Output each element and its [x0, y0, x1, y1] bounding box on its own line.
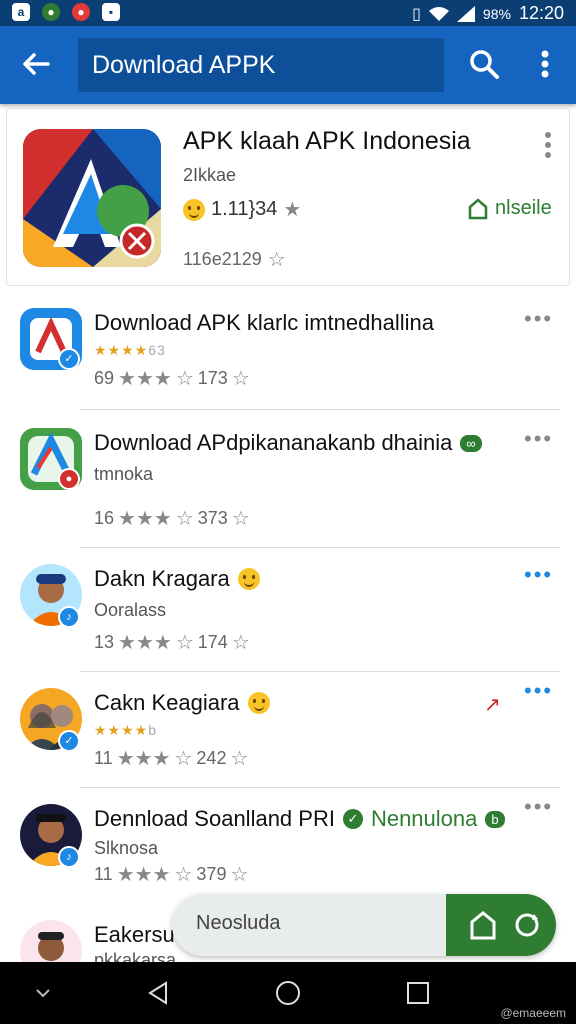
app-subtitle: Ooralass — [94, 600, 167, 620]
app-bar: Download APPK — [0, 26, 576, 104]
search-icon[interactable] — [466, 46, 502, 82]
app-title: Download APK klarlc imtnedhallina — [94, 310, 434, 335]
install-button[interactable]: nlseile — [467, 197, 552, 220]
signal-icon — [456, 5, 475, 22]
status-badge-icon: ● — [58, 468, 80, 490]
app-title: Cakn Keagiara — [94, 690, 270, 716]
featured-app-subtitle: 2Ikkae — [183, 165, 237, 185]
vibrate-icon: ▯ — [412, 5, 421, 23]
featured-app-title: APK klaah APK Indonesia — [183, 127, 471, 155]
app-subtitle: Slknosa — [94, 838, 159, 858]
verified-check-icon: ✓ — [342, 809, 363, 829]
app-stars: ★★★★b — [94, 722, 157, 738]
card-menu-icon[interactable] — [543, 131, 553, 159]
app-meta: 13 ★★★ ☆ 174 ☆ — [94, 632, 250, 654]
status-bar: a ● ● ▪ ▯ 98% 12:20 — [0, 0, 576, 26]
tag-chip: b — [485, 810, 505, 828]
app-title: Dakn Kragara — [94, 566, 260, 592]
smiley-icon — [237, 568, 260, 590]
list-item[interactable]: ♪ Dennload Soanlland PRI ✓ Nennulona b S… — [0, 788, 576, 906]
smiley-icon — [247, 692, 270, 714]
clock: 12:20 — [518, 3, 564, 23]
more-options-icon[interactable]: ••• — [524, 794, 553, 820]
verified-badge-icon: ✓ — [58, 348, 80, 370]
star-outline-icon: ☆ — [267, 249, 286, 271]
watermark: @emaeeem — [500, 1006, 566, 1020]
overflow-menu-icon[interactable] — [530, 46, 560, 82]
app-meta: 16 ★★★ ☆ 373 ☆ — [94, 508, 250, 530]
chevron-down-icon[interactable] — [28, 978, 58, 1008]
recents-square-icon[interactable] — [403, 978, 433, 1008]
floating-bar-text: Neosluda — [196, 912, 281, 934]
list-item[interactable]: ✓ Download APK klarlc imtnedhallina ★★★★… — [0, 290, 576, 410]
verified-badge-icon: ✓ — [58, 730, 80, 752]
rating-value: 1.11}34 — [211, 198, 278, 220]
more-options-icon[interactable]: ••• — [524, 306, 553, 332]
floating-buttons — [446, 894, 556, 956]
list-item[interactable]: ♪ Dakn Kragara Ooralass 13 ★★★ ☆ 174 ☆ ••• — [0, 548, 576, 672]
trending-icon: ↗ — [484, 694, 501, 716]
download-notification-icon: ▪ — [102, 3, 120, 21]
more-options-icon[interactable]: ••• — [524, 426, 553, 452]
system-nav-bar: @emaeeem — [0, 962, 576, 1024]
count-value: 116e2129 — [183, 249, 262, 269]
app-title: Eakersu — [94, 922, 175, 947]
app-title: Dennload Soanlland PRI ✓ Nennulona b — [94, 806, 505, 832]
install-label: nlseile — [495, 197, 552, 219]
list-item[interactable]: ● Download APdpikananakanb dhainia ∞ tmno… — [0, 410, 576, 548]
maps-notification-icon: ● — [42, 3, 60, 21]
install-house-icon — [468, 197, 488, 219]
more-options-icon[interactable]: ••• — [524, 678, 553, 704]
wifi-icon — [428, 6, 449, 21]
verified-badge-icon: ♪ — [58, 606, 80, 628]
battery-percent: 98% — [482, 5, 511, 22]
search-input[interactable]: Download APPK — [78, 38, 444, 92]
refresh-icon[interactable] — [510, 908, 544, 942]
location-notification-icon: ● — [72, 3, 90, 21]
app-meta: 69 ★★★ ☆ 173 ☆ — [94, 368, 250, 390]
more-options-icon[interactable]: ••• — [524, 562, 553, 588]
app-meta: 11 ★★★ ☆ 242 ☆ — [94, 748, 249, 770]
star-icon: ★ — [283, 199, 302, 221]
notification-app-icon: a — [12, 3, 30, 21]
back-arrow-icon[interactable] — [18, 46, 54, 82]
featured-app-card[interactable]: APK klaah APK Indonesia 2Ikkae 1.11}34 ★… — [6, 108, 570, 286]
featured-app-rating: 1.11}34 ★ — [183, 197, 301, 222]
home-circle-icon[interactable] — [273, 978, 303, 1008]
floating-action-bar[interactable]: Neosluda — [172, 894, 556, 956]
app-subtitle: tmnoka — [94, 464, 154, 484]
smiley-icon — [183, 198, 205, 221]
list-item[interactable]: ✓ Cakn Keagiara ★★★★b 11 ★★★ ☆ 242 ☆ ↗ ••• — [0, 672, 576, 788]
verified-badge-icon: ♪ — [58, 846, 80, 868]
back-triangle-icon[interactable] — [144, 978, 174, 1008]
app-stars: ★★★★63 — [94, 342, 166, 358]
tag-chip: ∞ — [460, 434, 482, 452]
app-meta: 11 ★★★ ☆ 379 ☆ — [94, 864, 249, 886]
featured-app-icon — [23, 129, 161, 267]
featured-app-count: 116e2129 ☆ — [183, 247, 286, 272]
app-title: Download APdpikananakanb dhainia ∞ — [94, 430, 482, 456]
home-icon[interactable] — [466, 908, 500, 942]
